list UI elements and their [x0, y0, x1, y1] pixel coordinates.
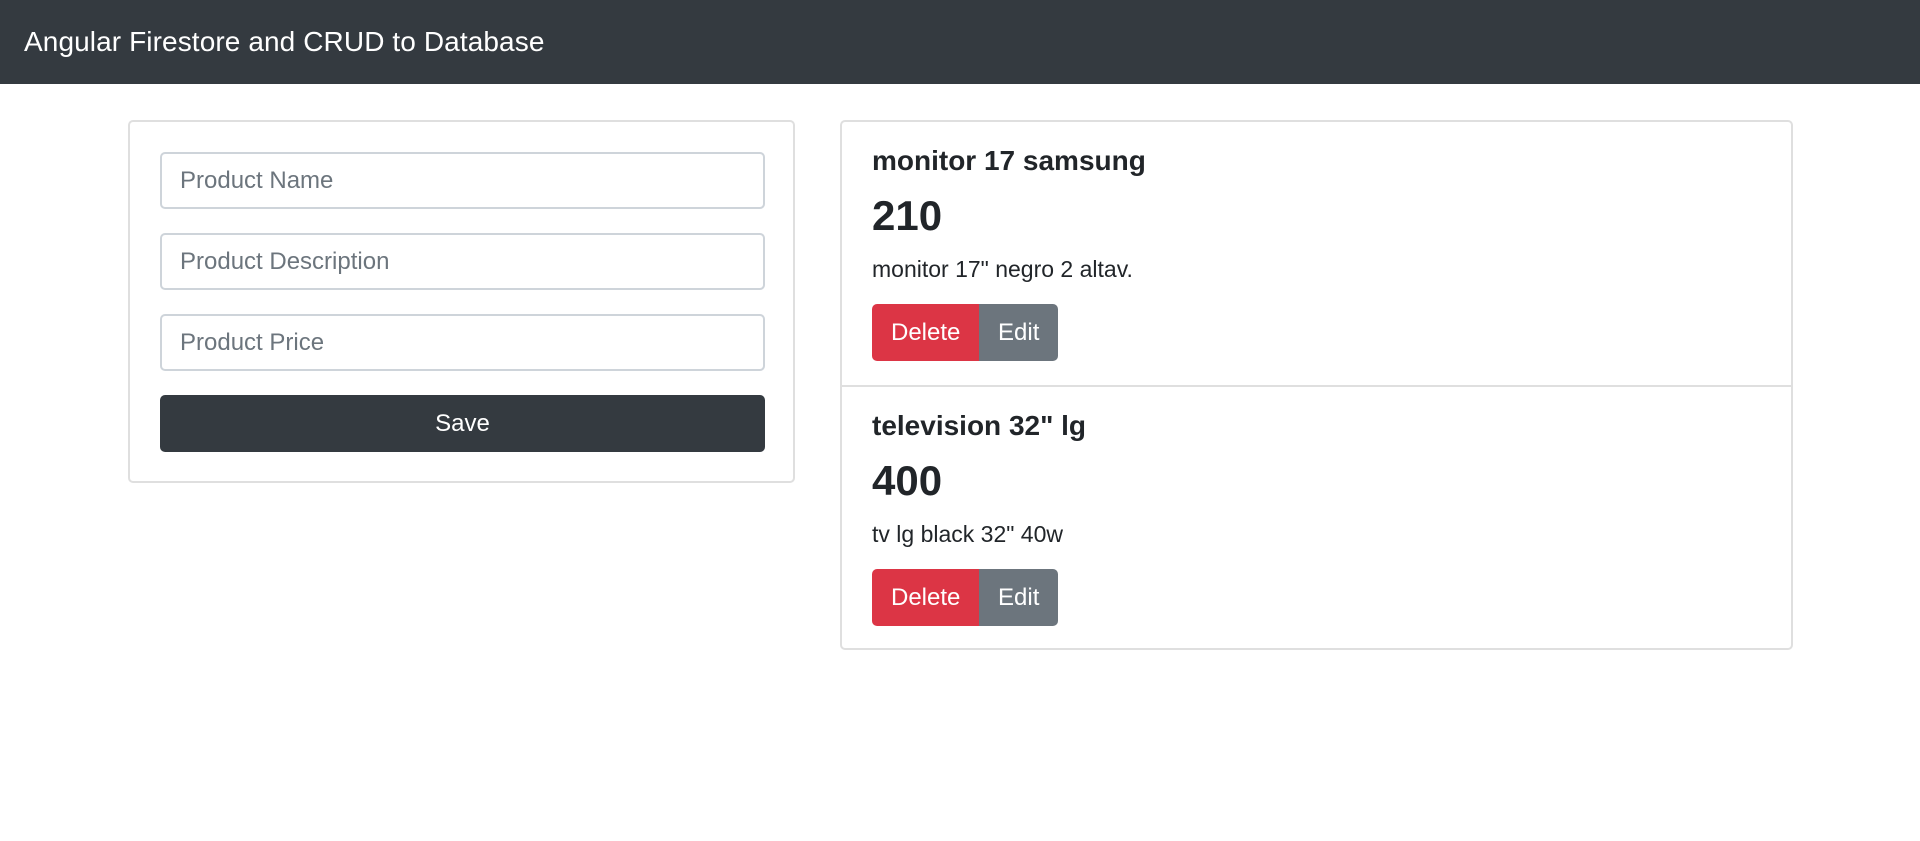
edit-button[interactable]: Edit	[979, 569, 1058, 626]
product-description: monitor 17" negro 2 altav.	[872, 256, 1133, 282]
product-actions: Delete Edit	[872, 304, 1761, 361]
edit-button[interactable]: Edit	[979, 304, 1058, 361]
product-form-card: Save	[128, 120, 795, 483]
product-price: 210	[872, 192, 943, 239]
navbar: Angular Firestore and CRUD to Database	[0, 0, 1920, 84]
delete-button[interactable]: Delete	[872, 569, 979, 626]
delete-button[interactable]: Delete	[872, 304, 979, 361]
navbar-brand[interactable]: Angular Firestore and CRUD to Database	[24, 26, 545, 58]
product-description: tv lg black 32" 40w	[872, 521, 1063, 547]
product-list: monitor 17 samsung 210 monitor 17" negro…	[840, 120, 1793, 650]
main-container: Save monitor 17 samsung 210 monitor 17" …	[0, 84, 1920, 841]
product-price: 400	[872, 457, 943, 504]
save-button[interactable]: Save	[160, 395, 765, 452]
product-description-input[interactable]	[160, 233, 765, 290]
product-actions: Delete Edit	[872, 569, 1761, 626]
product-price-input[interactable]	[160, 314, 765, 371]
product-list-item: television 32" lg 400 tv lg black 32" 40…	[842, 385, 1791, 648]
product-list-item: monitor 17 samsung 210 monitor 17" negro…	[842, 122, 1791, 385]
product-name-input[interactable]	[160, 152, 765, 209]
product-name: television 32" lg	[872, 410, 1087, 441]
product-name: monitor 17 samsung	[872, 145, 1146, 176]
